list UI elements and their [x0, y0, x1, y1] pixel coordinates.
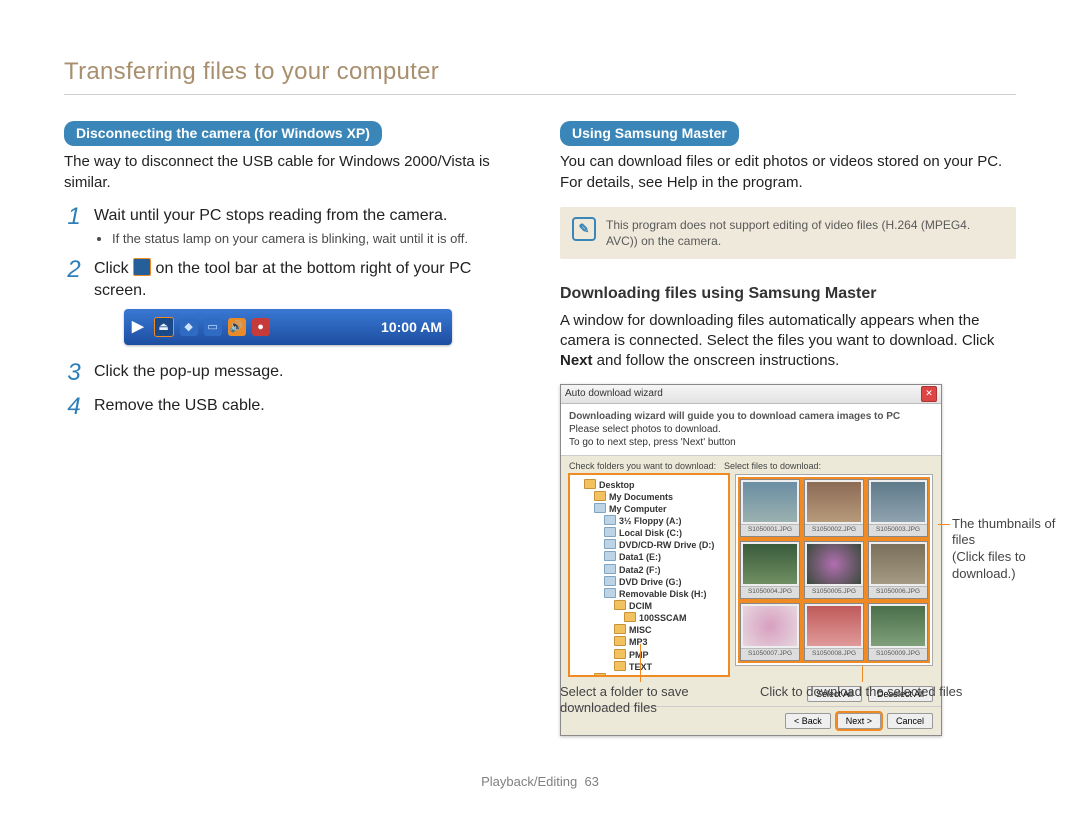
taskbar-clock: 10:00 AM	[381, 318, 444, 337]
tree-item[interactable]: Data1 (E:)	[619, 552, 661, 562]
left-column: Disconnecting the camera (for Windows XP…	[64, 121, 520, 735]
title-rule	[64, 94, 1016, 95]
network-tray-icon[interactable]: ●	[252, 318, 270, 336]
callout-connector	[640, 644, 641, 682]
thumbnail[interactable]: S1050005.JPG	[804, 541, 864, 599]
callout-line-text: Select a folder to save	[560, 684, 730, 701]
right-intro: You can download files or edit photos or…	[560, 152, 1016, 193]
downloading-subheading: Downloading files using Samsung Master	[560, 283, 1016, 305]
tree-item[interactable]: DVD/CD-RW Drive (D:)	[619, 540, 714, 550]
unplug-hardware-tray-icon[interactable]: ⏏	[154, 317, 174, 337]
step-text: Click the pop-up message.	[94, 361, 520, 383]
footer-section: Playback/Editing	[481, 774, 577, 789]
step-number: 1	[64, 205, 84, 248]
unplug-hardware-icon	[133, 258, 151, 276]
back-button[interactable]: < Back	[785, 713, 831, 729]
thumbnail[interactable]: S1050001.JPG	[740, 479, 800, 537]
volume-tray-icon[interactable]: 🔊	[228, 318, 246, 336]
section-pill-samsung-master: Using Samsung Master	[560, 121, 739, 146]
tree-item[interactable]: My Computer	[609, 504, 667, 514]
display-tray-icon[interactable]: ▭	[204, 318, 222, 336]
step-text-after: on the tool bar at the bottom right of y…	[94, 260, 471, 299]
step-text: Remove the USB cable.	[94, 395, 520, 417]
step-text: Wait until your PC stops reading from th…	[94, 205, 520, 227]
page-title: Transferring files to your computer	[64, 56, 1016, 88]
thumbnail[interactable]: S1050007.JPG	[740, 603, 800, 661]
wizard-wrap: Auto download wizard ✕ Downloading wizar…	[560, 384, 1016, 736]
callout-folder: Select a folder to save downloaded files	[560, 684, 730, 718]
folder-tree[interactable]: Desktop My Documents My Computer 3½ Flop…	[569, 474, 729, 676]
steps-list: 1 Wait until your PC stops reading from …	[64, 205, 520, 419]
tree-item[interactable]: My Documents	[609, 492, 673, 502]
note-text: This program does not support editing of…	[606, 218, 970, 248]
step-3: 3 Click the pop-up message.	[64, 361, 520, 385]
footer-page-number: 63	[584, 774, 598, 789]
step-number: 4	[64, 395, 84, 419]
thumbnail[interactable]: S1050002.JPG	[804, 479, 864, 537]
thumbnail[interactable]: S1050003.JPG	[868, 479, 928, 537]
windows-taskbar: ▶ ⏏ ◆ ▭ 🔊 ● 10:00 AM	[124, 309, 452, 345]
step-number: 2	[64, 258, 84, 351]
thumbnail[interactable]: S1050006.JPG	[868, 541, 928, 599]
tree-item[interactable]: 3½ Floppy (A:)	[619, 516, 682, 526]
wizard-instr-title: Downloading wizard will guide you to dow…	[569, 410, 933, 423]
callout-next: Click to download the selected files	[760, 684, 1010, 701]
note-icon: ✎	[572, 217, 596, 241]
subbody-after: and follow the onscreen instructions.	[593, 352, 840, 369]
callout-thumbnails: The thumbnails of files (Click files to …	[952, 516, 1062, 584]
callout-line-text: The thumbnails of files	[952, 516, 1062, 550]
wizard-instructions: Downloading wizard will guide you to dow…	[561, 404, 941, 456]
downloading-body: A window for downloading files automatic…	[560, 311, 1016, 372]
wizard-instr-line: To go to next step, press 'Next' button	[569, 436, 933, 449]
note-box: ✎ This program does not support editing …	[560, 207, 1016, 259]
step-4: 4 Remove the USB cable.	[64, 395, 520, 419]
step-text-before: Click	[94, 260, 133, 277]
right-column: Using Samsung Master You can download fi…	[560, 121, 1016, 735]
thumbnail-grid: S1050001.JPG S1050002.JPG S1050003.JPG S…	[735, 474, 933, 666]
callout-line-text: downloaded files	[560, 700, 730, 717]
wizard-titlebar[interactable]: Auto download wizard ✕	[561, 385, 941, 404]
two-column-layout: Disconnecting the camera (for Windows XP…	[64, 121, 1016, 735]
callout-line-text: Click to download the selected files	[760, 684, 962, 699]
thumbnail[interactable]: S1050009.JPG	[868, 603, 928, 661]
wizard-panel-labels: Check folders you want to download: Sele…	[561, 456, 941, 474]
step-substep: If the status lamp on your camera is bli…	[112, 230, 520, 248]
wizard-instr-line: Please select photos to download.	[569, 423, 933, 436]
close-icon[interactable]: ✕	[921, 386, 937, 402]
step-2: 2 Click on the tool bar at the bottom ri…	[64, 258, 520, 351]
step-text: Click on the tool bar at the bottom righ…	[94, 258, 520, 301]
wizard-left-label: Check folders you want to download:	[569, 460, 724, 472]
step-number: 3	[64, 361, 84, 385]
tree-item[interactable]: 100SSCAM	[639, 613, 687, 623]
tree-item[interactable]: Data2 (F:)	[619, 565, 661, 575]
tree-item[interactable]: Control Panel	[609, 674, 668, 676]
wizard-title: Auto download wizard	[565, 387, 663, 401]
tree-item[interactable]: Local Disk (C:)	[619, 528, 682, 538]
thumbnail[interactable]: S1050004.JPG	[740, 541, 800, 599]
section-pill-disconnect: Disconnecting the camera (for Windows XP…	[64, 121, 382, 146]
tree-item[interactable]: DVD Drive (G:)	[619, 577, 682, 587]
tree-item[interactable]: MISC	[629, 625, 652, 635]
page-footer: Playback/Editing 63	[0, 773, 1080, 791]
next-button[interactable]: Next >	[837, 713, 881, 729]
wizard-right-label: Select files to download:	[724, 460, 821, 472]
thumbnail[interactable]: S1050008.JPG	[804, 603, 864, 661]
callout-line-text: (Click files to download.)	[952, 549, 1062, 583]
start-arrow-icon: ▶	[132, 317, 148, 337]
left-intro: The way to disconnect the USB cable for …	[64, 152, 520, 193]
cancel-button[interactable]: Cancel	[887, 713, 933, 729]
tree-item[interactable]: MP3	[629, 637, 648, 647]
step-1: 1 Wait until your PC stops reading from …	[64, 205, 520, 248]
tree-item[interactable]: Removable Disk (H:)	[619, 589, 707, 599]
shield-tray-icon[interactable]: ◆	[180, 318, 198, 336]
subbody-bold: Next	[560, 352, 593, 369]
callout-connector	[862, 666, 863, 682]
subbody-before: A window for downloading files automatic…	[560, 312, 994, 349]
tree-item[interactable]: Desktop	[599, 480, 635, 490]
callout-connector	[938, 524, 950, 525]
tree-item[interactable]: PMP	[629, 650, 649, 660]
tree-item[interactable]: DCIM	[629, 601, 652, 611]
